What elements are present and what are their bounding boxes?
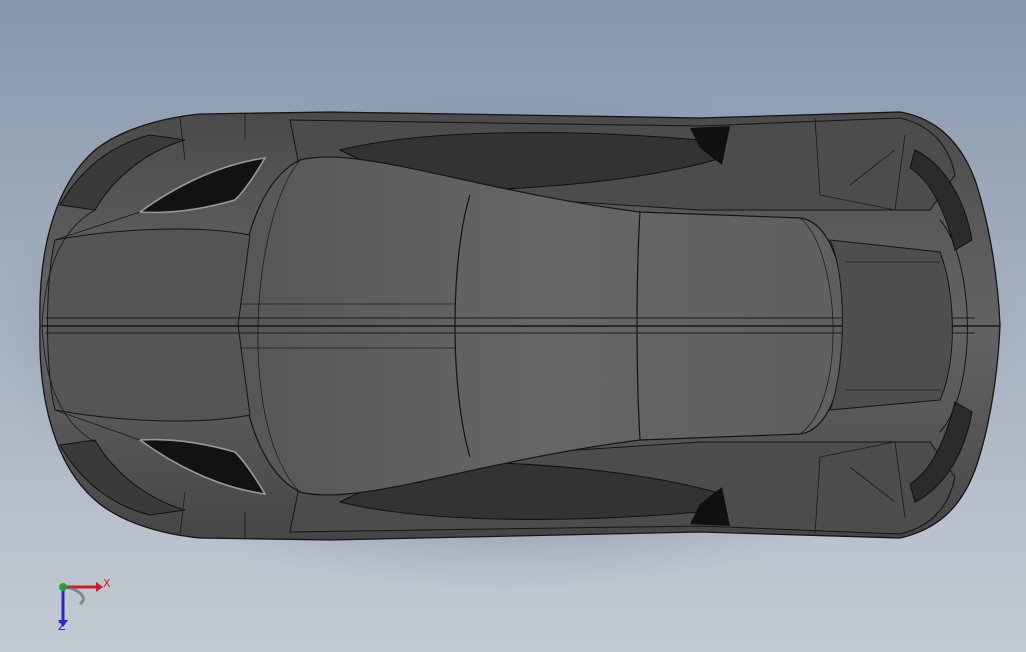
z-axis-label: Z xyxy=(58,620,66,633)
x-axis-label: X xyxy=(103,577,111,590)
coordinate-triad: X Z xyxy=(40,572,120,642)
hood xyxy=(47,228,251,422)
graphics-viewport[interactable]: X Z xyxy=(0,0,1026,652)
car-model[interactable] xyxy=(0,0,1026,652)
rear-deck xyxy=(829,239,953,411)
